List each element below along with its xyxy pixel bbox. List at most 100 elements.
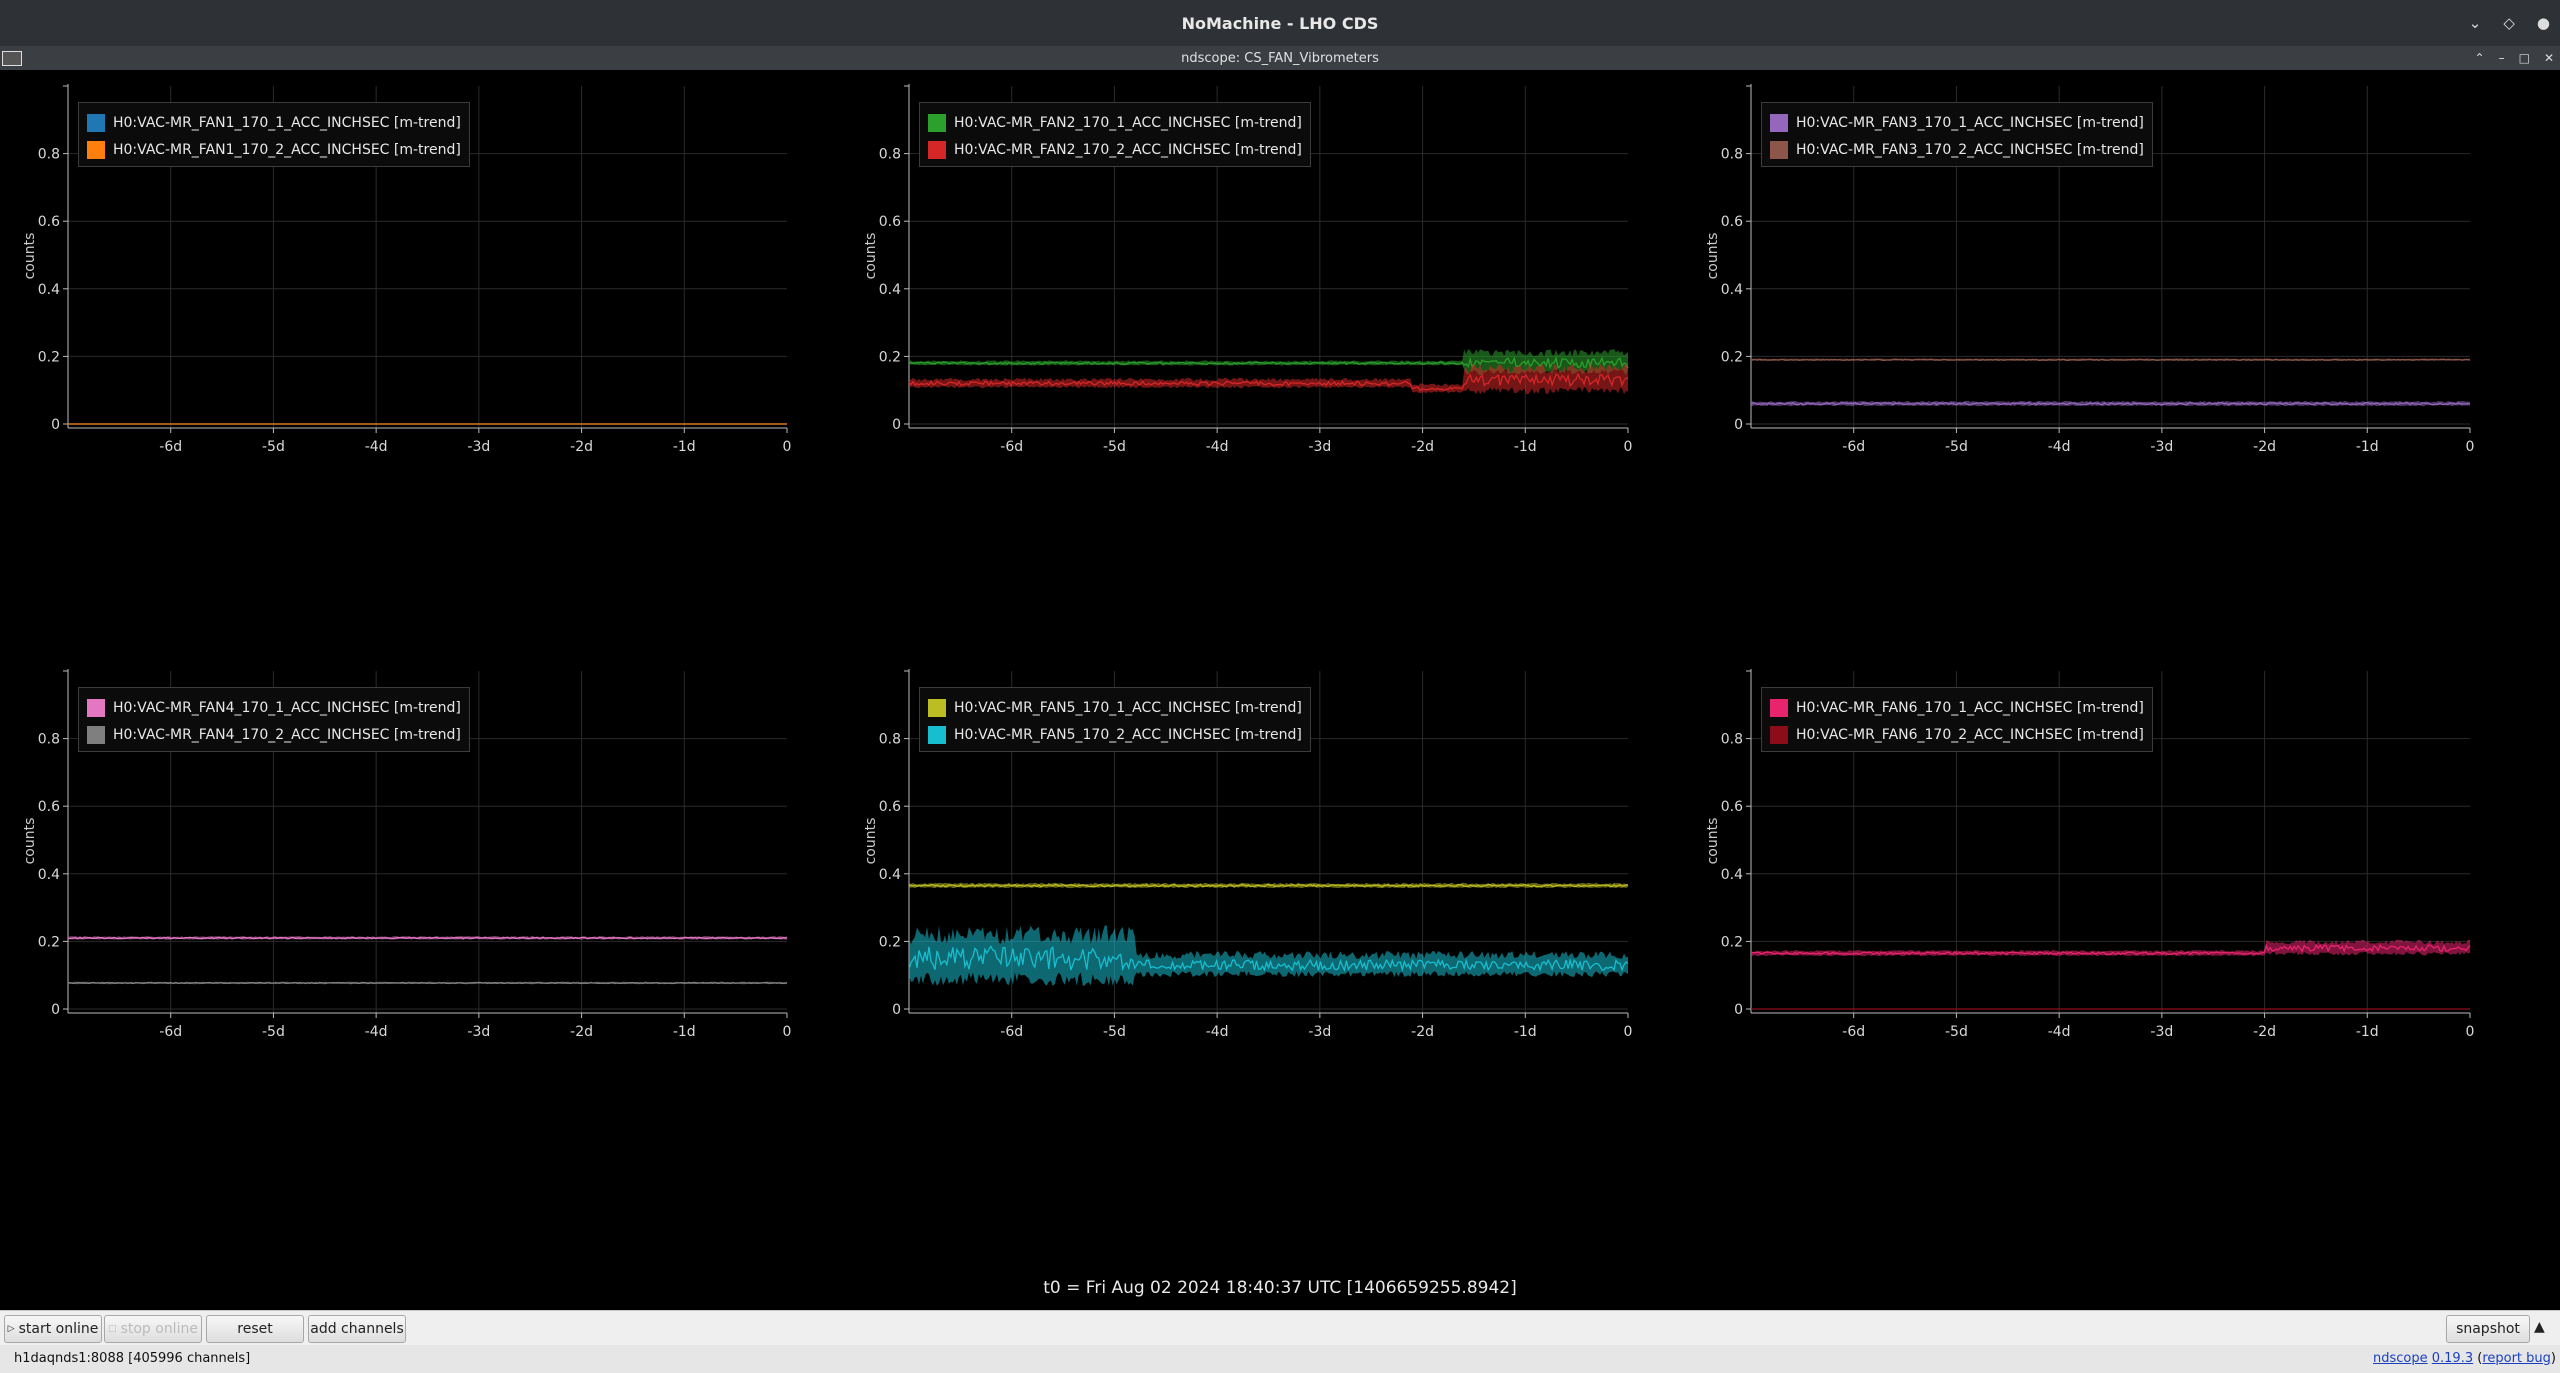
x-tick-label: -2d	[2253, 439, 2276, 455]
legend-entry[interactable]: H0:VAC-MR_FAN2_170_1_ACC_INCHSEC [m-tren…	[928, 109, 1302, 136]
plot-area: counts 0 0.2 0.4 0.6 0.8 -6d -5d -4d -3d -2d -1d 0 H0…	[0, 70, 2560, 1310]
x-tick-label: -3d	[2150, 1024, 2173, 1040]
plot-panel[interactable]: counts 0 0.2 0.4 0.6 0.8 -6d -5d -4d -3d -2d -1d 0 H0…	[1683, 669, 2523, 1254]
maximize-icon[interactable]: □	[2519, 51, 2530, 65]
x-tick-label: -6d	[159, 1024, 182, 1040]
x-tick-label: -3d	[467, 1024, 490, 1040]
legend-entry[interactable]: H0:VAC-MR_FAN4_170_1_ACC_INCHSEC [m-tren…	[87, 694, 461, 721]
add-channels-button[interactable]: add channels	[308, 1315, 406, 1343]
legend-entry[interactable]: H0:VAC-MR_FAN2_170_2_ACC_INCHSEC [m-tren…	[928, 136, 1302, 163]
legend-label: H0:VAC-MR_FAN1_170_2_ACC_INCHSEC [m-tren…	[113, 141, 461, 158]
x-tick-label: 0	[783, 1024, 792, 1040]
plot-legend[interactable]: H0:VAC-MR_FAN3_170_1_ACC_INCHSEC [m-tren…	[1761, 102, 2153, 167]
plot-panel[interactable]: counts 0 0.2 0.4 0.6 0.8 -6d -5d -4d -3d -2d -1d 0 H0…	[841, 84, 1681, 669]
plot-legend[interactable]: H0:VAC-MR_FAN4_170_1_ACC_INCHSEC [m-tren…	[78, 687, 470, 752]
x-tick-label: -2d	[570, 439, 593, 455]
x-tick-label: -5d	[262, 439, 285, 455]
close-icon[interactable]: ●	[2537, 14, 2550, 32]
ndscope-link[interactable]: ndscope	[2373, 1351, 2428, 1366]
y-tick-label: 0.2	[38, 349, 60, 365]
y-axis-label: counts	[1705, 818, 1721, 865]
x-tick-label: -4d	[365, 1024, 388, 1040]
legend-label: H0:VAC-MR_FAN5_170_1_ACC_INCHSEC [m-tren…	[954, 699, 1302, 716]
x-tick-label: -3d	[1308, 1024, 1331, 1040]
legend-entry[interactable]: H0:VAC-MR_FAN5_170_2_ACC_INCHSEC [m-tren…	[928, 721, 1302, 748]
y-tick-label: 0.4	[1721, 282, 1743, 298]
y-tick-label: 0.8	[38, 147, 60, 163]
plot-legend[interactable]: H0:VAC-MR_FAN1_170_1_ACC_INCHSEC [m-tren…	[78, 102, 470, 167]
legend-label: H0:VAC-MR_FAN6_170_1_ACC_INCHSEC [m-tren…	[1796, 699, 2144, 716]
plot-panel[interactable]: counts 0 0.2 0.4 0.6 0.8 -6d -5d -4d -3d -2d -1d 0 H0…	[0, 669, 840, 1254]
x-tick-label: -4d	[1206, 1024, 1229, 1040]
legend-entry[interactable]: H0:VAC-MR_FAN1_170_2_ACC_INCHSEC [m-tren…	[87, 136, 461, 163]
version-info: ndscope 0.19.3 (report bug)	[2372, 1351, 2556, 1366]
version-link[interactable]: 0.19.3	[2432, 1351, 2473, 1366]
y-tick-label: 0.8	[1721, 732, 1743, 748]
legend-swatch	[87, 113, 105, 132]
plot-panel[interactable]: counts 0 0.2 0.4 0.6 0.8 -6d -5d -4d -3d -2d -1d 0 H0…	[841, 669, 1681, 1254]
y-tick-label: 0.4	[879, 282, 901, 298]
y-tick-label: 0	[892, 417, 901, 433]
plot-legend[interactable]: H0:VAC-MR_FAN5_170_1_ACC_INCHSEC [m-tren…	[919, 687, 1311, 752]
plot-panel[interactable]: counts 0 0.2 0.4 0.6 0.8 -6d -5d -4d -3d -2d -1d 0 H0…	[1683, 84, 2523, 669]
close-icon[interactable]: ✕	[2544, 51, 2554, 65]
window-menu-icon[interactable]	[2, 51, 22, 66]
x-tick-label: -1d	[1514, 439, 1537, 455]
legend-entry[interactable]: H0:VAC-MR_FAN6_170_1_ACC_INCHSEC [m-tren…	[1770, 694, 2144, 721]
x-tick-label: -4d	[1206, 439, 1229, 455]
y-tick-label: 0	[51, 1002, 60, 1018]
minimize-icon[interactable]: ⌄	[2469, 14, 2482, 32]
x-tick-label: -1d	[673, 1024, 696, 1040]
legend-swatch	[1770, 725, 1788, 744]
x-tick-label: -2d	[570, 1024, 593, 1040]
expand-icon[interactable]: ▲	[2534, 1319, 2545, 1335]
legend-label: H0:VAC-MR_FAN2_170_2_ACC_INCHSEC [m-tren…	[954, 141, 1302, 158]
y-axis-label: counts	[22, 818, 38, 865]
legend-entry[interactable]: H0:VAC-MR_FAN3_170_2_ACC_INCHSEC [m-tren…	[1770, 136, 2144, 163]
y-axis-label: counts	[1705, 233, 1721, 280]
legend-entry[interactable]: H0:VAC-MR_FAN3_170_1_ACC_INCHSEC [m-tren…	[1770, 109, 2144, 136]
x-tick-label: -2d	[1411, 439, 1434, 455]
status-bar: h1daqnds1:8088 [405996 channels] ndscope…	[0, 1345, 2560, 1373]
start-online-button[interactable]: ▷ start online	[4, 1315, 102, 1343]
stop-online-label: stop online	[120, 1321, 198, 1337]
plot-legend[interactable]: H0:VAC-MR_FAN2_170_1_ACC_INCHSEC [m-tren…	[919, 102, 1311, 167]
y-tick-label: 0.8	[1721, 147, 1743, 163]
minimize-icon[interactable]: –	[2499, 51, 2505, 65]
legend-entry[interactable]: H0:VAC-MR_FAN5_170_1_ACC_INCHSEC [m-tren…	[928, 694, 1302, 721]
reset-button[interactable]: reset	[206, 1315, 304, 1343]
app-window-controls: ⌃ – □ ✕	[2475, 46, 2554, 70]
x-tick-label: -5d	[1103, 1024, 1126, 1040]
window-title: NoMachine - LHO CDS	[1181, 13, 1379, 33]
x-tick-label: -6d	[1000, 439, 1023, 455]
x-tick-label: -5d	[1945, 439, 1968, 455]
y-tick-label: 0.2	[1721, 934, 1743, 950]
x-tick-label: 0	[1624, 439, 1633, 455]
plot-legend[interactable]: H0:VAC-MR_FAN6_170_1_ACC_INCHSEC [m-tren…	[1761, 687, 2153, 752]
plot-panel[interactable]: counts 0 0.2 0.4 0.6 0.8 -6d -5d -4d -3d -2d -1d 0 H0…	[0, 84, 840, 669]
y-axis-label: counts	[22, 233, 38, 280]
restore-icon[interactable]: ◇	[2503, 14, 2515, 32]
toolbar: ▷ start online □ stop online reset add c…	[0, 1310, 2560, 1345]
x-tick-label: -1d	[2356, 1024, 2379, 1040]
y-tick-label: 0.2	[38, 934, 60, 950]
y-tick-label: 0.6	[1721, 214, 1743, 230]
snapshot-button[interactable]: snapshot	[2446, 1315, 2530, 1343]
legend-swatch	[928, 113, 946, 132]
server-status: h1daqnds1:8088 [405996 channels]	[14, 1351, 250, 1366]
legend-swatch	[928, 698, 946, 717]
y-tick-label: 0.4	[38, 282, 60, 298]
legend-entry[interactable]: H0:VAC-MR_FAN6_170_2_ACC_INCHSEC [m-tren…	[1770, 721, 2144, 748]
legend-swatch	[87, 140, 105, 159]
stop-online-button[interactable]: □ stop online	[104, 1315, 202, 1343]
series-band	[909, 363, 1628, 395]
app-title: ndscope: CS_FAN_Vibrometers	[1181, 50, 1379, 66]
start-online-label: start online	[18, 1321, 99, 1337]
x-tick-label: -6d	[1000, 1024, 1023, 1040]
shade-icon[interactable]: ⌃	[2475, 51, 2485, 65]
report-bug-link[interactable]: report bug	[2482, 1351, 2551, 1366]
y-tick-label: 0.6	[879, 214, 901, 230]
legend-entry[interactable]: H0:VAC-MR_FAN4_170_2_ACC_INCHSEC [m-tren…	[87, 721, 461, 748]
legend-entry[interactable]: H0:VAC-MR_FAN1_170_1_ACC_INCHSEC [m-tren…	[87, 109, 461, 136]
x-tick-label: -3d	[467, 439, 490, 455]
